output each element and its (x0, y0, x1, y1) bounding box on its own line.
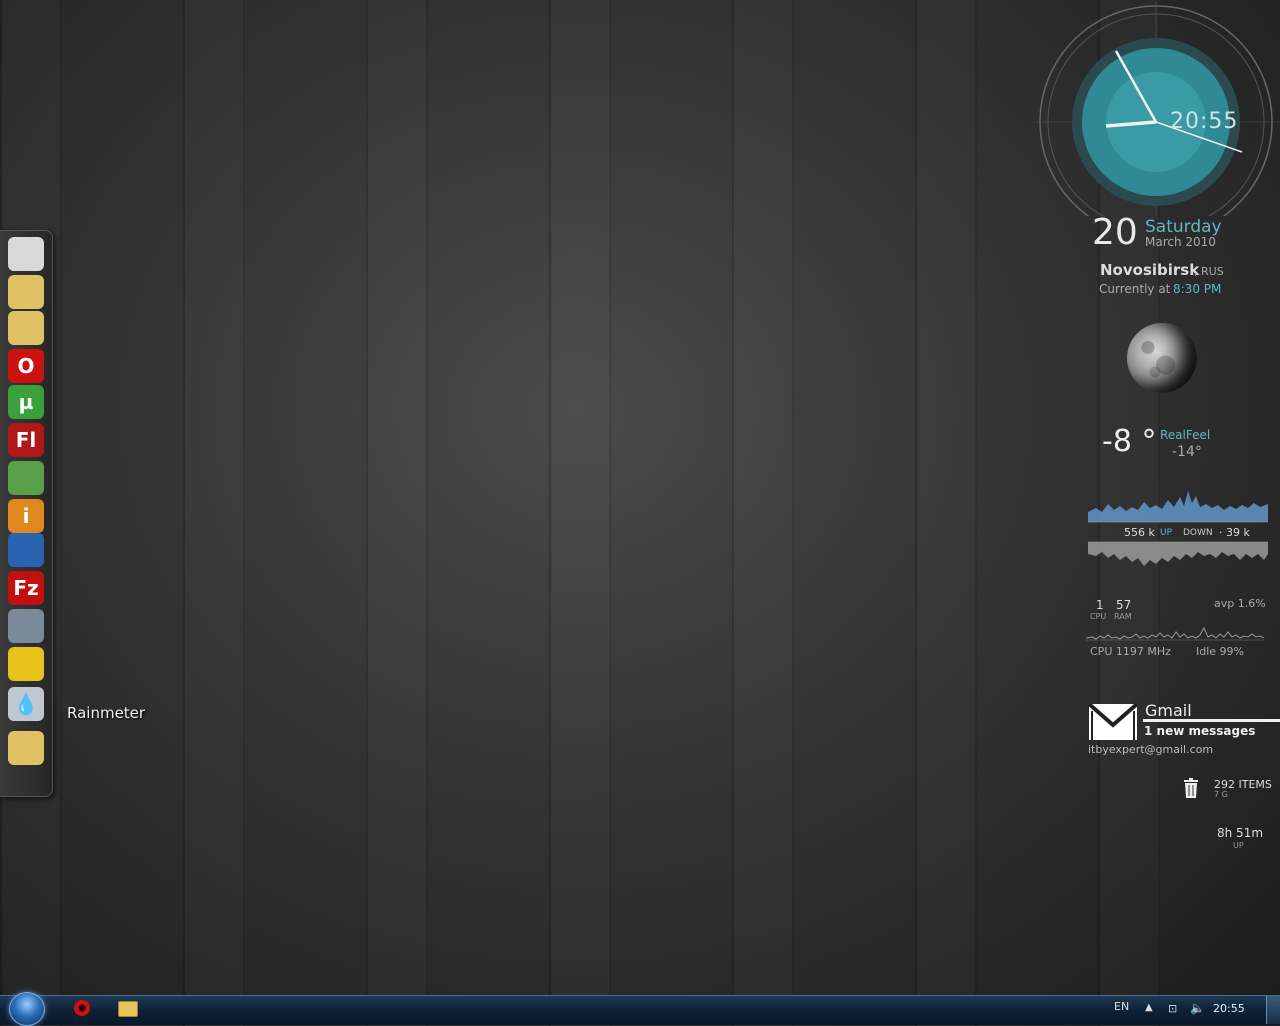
archive-icon[interactable] (8, 461, 44, 495)
weather-currently-label: Currently at (1099, 282, 1171, 296)
info-icon[interactable]: i (8, 499, 44, 533)
clock-time: 20:55 (1170, 109, 1239, 134)
avp-usage: avp 1.6% (1214, 597, 1266, 610)
scanner-icon[interactable] (8, 609, 44, 643)
filezilla-icon[interactable]: Fz (8, 571, 44, 605)
rainmeter-icon[interactable]: 💧 (8, 687, 44, 721)
show-desktop-button[interactable] (1266, 996, 1280, 1024)
net-download-value: · 39 k (1219, 526, 1250, 539)
gmail-divider (1143, 719, 1280, 722)
cpu-usage-value: 1 (1096, 598, 1104, 612)
weather-currently-time: 8:30 PM (1173, 282, 1222, 296)
weather-city: Novosibirsk (1100, 261, 1200, 279)
network-tray-icon[interactable]: ⊡ (1168, 1002, 1177, 1015)
computer-icon[interactable] (8, 237, 44, 271)
media-folder-icon[interactable] (8, 311, 44, 345)
start-button[interactable] (9, 992, 45, 1026)
uptime-value: 8h 51m (1217, 826, 1264, 840)
taskbar (0, 995, 1280, 1025)
volume-tray-icon[interactable]: 🔈 (1190, 1001, 1205, 1015)
ram-usage-value: 57 (1116, 598, 1132, 612)
network-icon[interactable] (8, 533, 44, 567)
net-download-label: DOWN (1183, 528, 1213, 538)
taskbar-explorer-icon[interactable] (118, 1001, 138, 1017)
gmail-new-messages[interactable]: 1 new messages (1144, 724, 1255, 738)
utorrent-icon[interactable]: µ (8, 385, 44, 419)
dock-tooltip: Rainmeter (67, 704, 146, 722)
date-weekday: Saturday (1145, 217, 1222, 237)
net-upload-label: UP (1160, 528, 1173, 538)
opera-icon[interactable]: O (8, 349, 44, 383)
webcam-icon[interactable] (8, 647, 44, 681)
folder-icon[interactable] (8, 731, 44, 765)
date-day: 20 (1092, 212, 1138, 253)
realfeel-value: -14° (1172, 444, 1202, 460)
date-month-year: March 2010 (1145, 235, 1216, 249)
weather-temperature: -8 ° (1102, 424, 1157, 459)
net-upload-value: 556 k (1124, 526, 1155, 539)
analog-clock (1036, 2, 1280, 216)
gmail-title[interactable]: Gmail (1145, 701, 1192, 720)
launcher-dock: Oµ Fl i Fz 💧 (0, 230, 53, 797)
uptime-label: UP (1233, 841, 1244, 850)
show-hidden-icons-button[interactable]: ▲ (1145, 1002, 1153, 1013)
documents-folder-icon[interactable] (8, 275, 44, 309)
trash-icon[interactable] (1183, 778, 1199, 798)
flash-icon[interactable]: Fl (8, 423, 44, 457)
weather-country: , RUS (1194, 265, 1224, 278)
cpu-frequency: CPU 1197 MHz (1090, 645, 1171, 658)
gmail-email: itbyexpert@gmail.com (1088, 743, 1214, 756)
cpu-idle: Idle 99% (1196, 645, 1244, 658)
moon-phase-icon (1127, 323, 1197, 393)
taskbar-opera-icon[interactable] (74, 1000, 90, 1016)
recycle-bin-size: 7 G (1214, 790, 1228, 799)
language-indicator[interactable]: EN (1114, 1000, 1129, 1013)
taskbar-clock[interactable]: 20:55 (1213, 1002, 1245, 1015)
gmail-icon[interactable] (1088, 703, 1138, 741)
cpu-graph (1086, 626, 1264, 641)
realfeel-label: RealFeel (1160, 428, 1211, 442)
